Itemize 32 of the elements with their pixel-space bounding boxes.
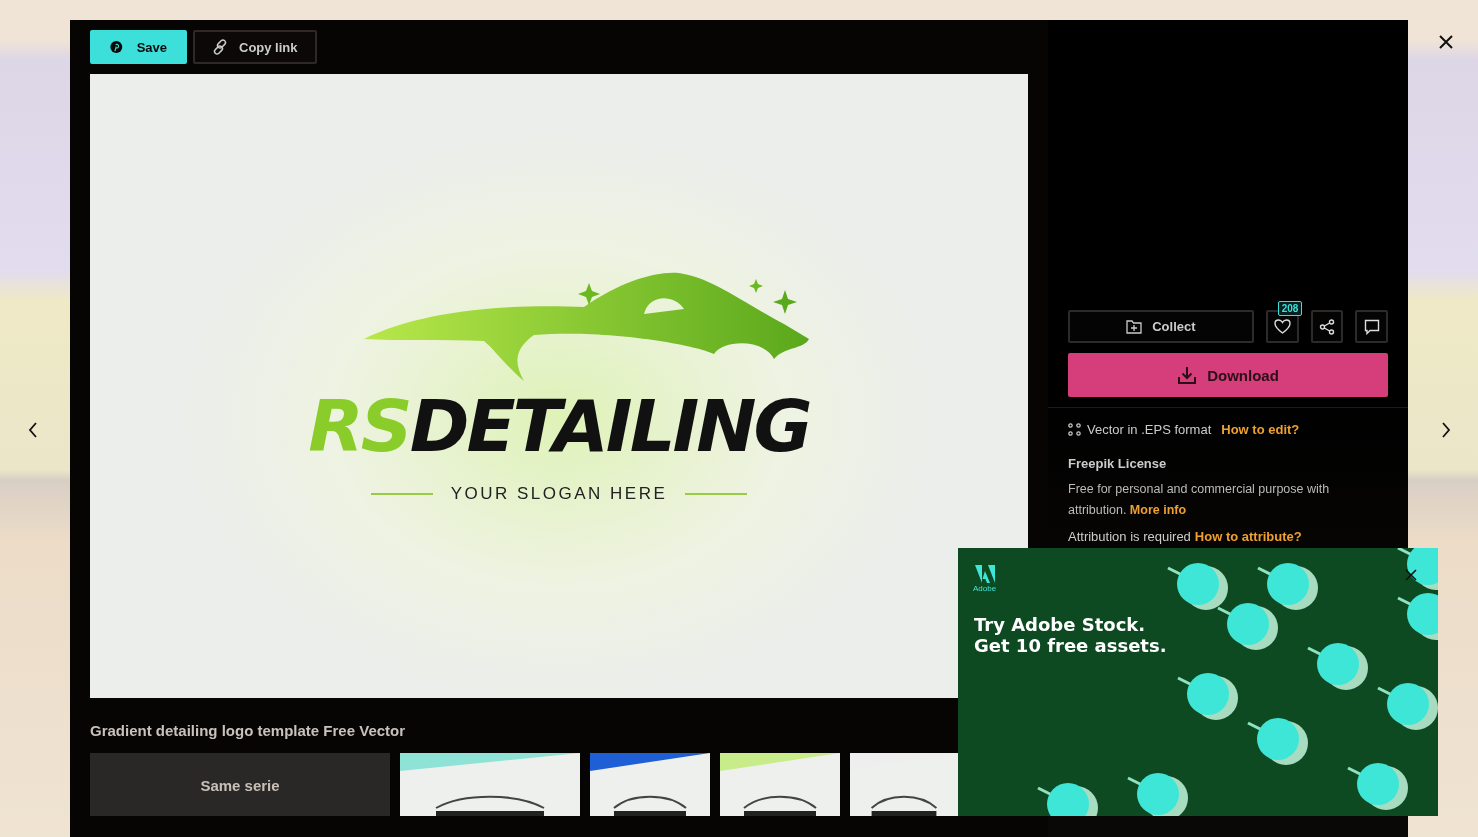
copy-link-button[interactable]: Copy link bbox=[193, 30, 317, 64]
license-text: Free for personal and commercial purpose with attribution. More info bbox=[1068, 481, 1331, 519]
more-info-link[interactable]: More info bbox=[1129, 503, 1187, 517]
ad-brand: Adobe bbox=[973, 584, 997, 593]
like-count: 208 bbox=[1277, 301, 1303, 316]
comment-button[interactable] bbox=[1355, 310, 1388, 343]
folder-plus-icon bbox=[1126, 319, 1143, 334]
comment-icon bbox=[1363, 318, 1380, 335]
pin-icon bbox=[110, 38, 123, 56]
adobe-logo-icon bbox=[974, 565, 995, 583]
share-icon bbox=[1319, 318, 1336, 335]
resource-title: Gradient detailing logo template Free Vector bbox=[89, 721, 407, 741]
collect-button[interactable]: Collect bbox=[1068, 310, 1254, 343]
like-button[interactable] bbox=[1265, 310, 1299, 343]
vector-icon bbox=[1068, 423, 1081, 436]
download-button[interactable]: Download bbox=[1068, 353, 1388, 397]
logo-wordmark: RSDETAILING bbox=[308, 389, 810, 462]
format-text: Vector in .EPS format bbox=[1087, 422, 1212, 437]
share-button[interactable] bbox=[1310, 310, 1344, 343]
ad-headline: Try Adobe Stock. bbox=[974, 614, 1147, 635]
save-button[interactable]: Save bbox=[90, 30, 187, 64]
ad-headline: Get 10 free assets. bbox=[974, 635, 1167, 656]
same-series-thumbnail[interactable]: Same serie bbox=[90, 753, 390, 816]
heart-icon bbox=[1273, 319, 1291, 334]
how-to-edit-link[interactable]: How to edit? bbox=[1221, 422, 1300, 437]
attribution-text: Attribution is required bbox=[1068, 529, 1191, 544]
download-icon bbox=[1177, 365, 1198, 385]
logo-slogan: YOUR SLOGAN HERE bbox=[450, 483, 668, 504]
license-title: Freepik License bbox=[1068, 456, 1168, 471]
link-icon bbox=[211, 38, 229, 56]
how-to-attribute-link[interactable]: How to attribute? bbox=[1194, 529, 1302, 544]
ad-close-button[interactable] bbox=[1403, 567, 1419, 583]
